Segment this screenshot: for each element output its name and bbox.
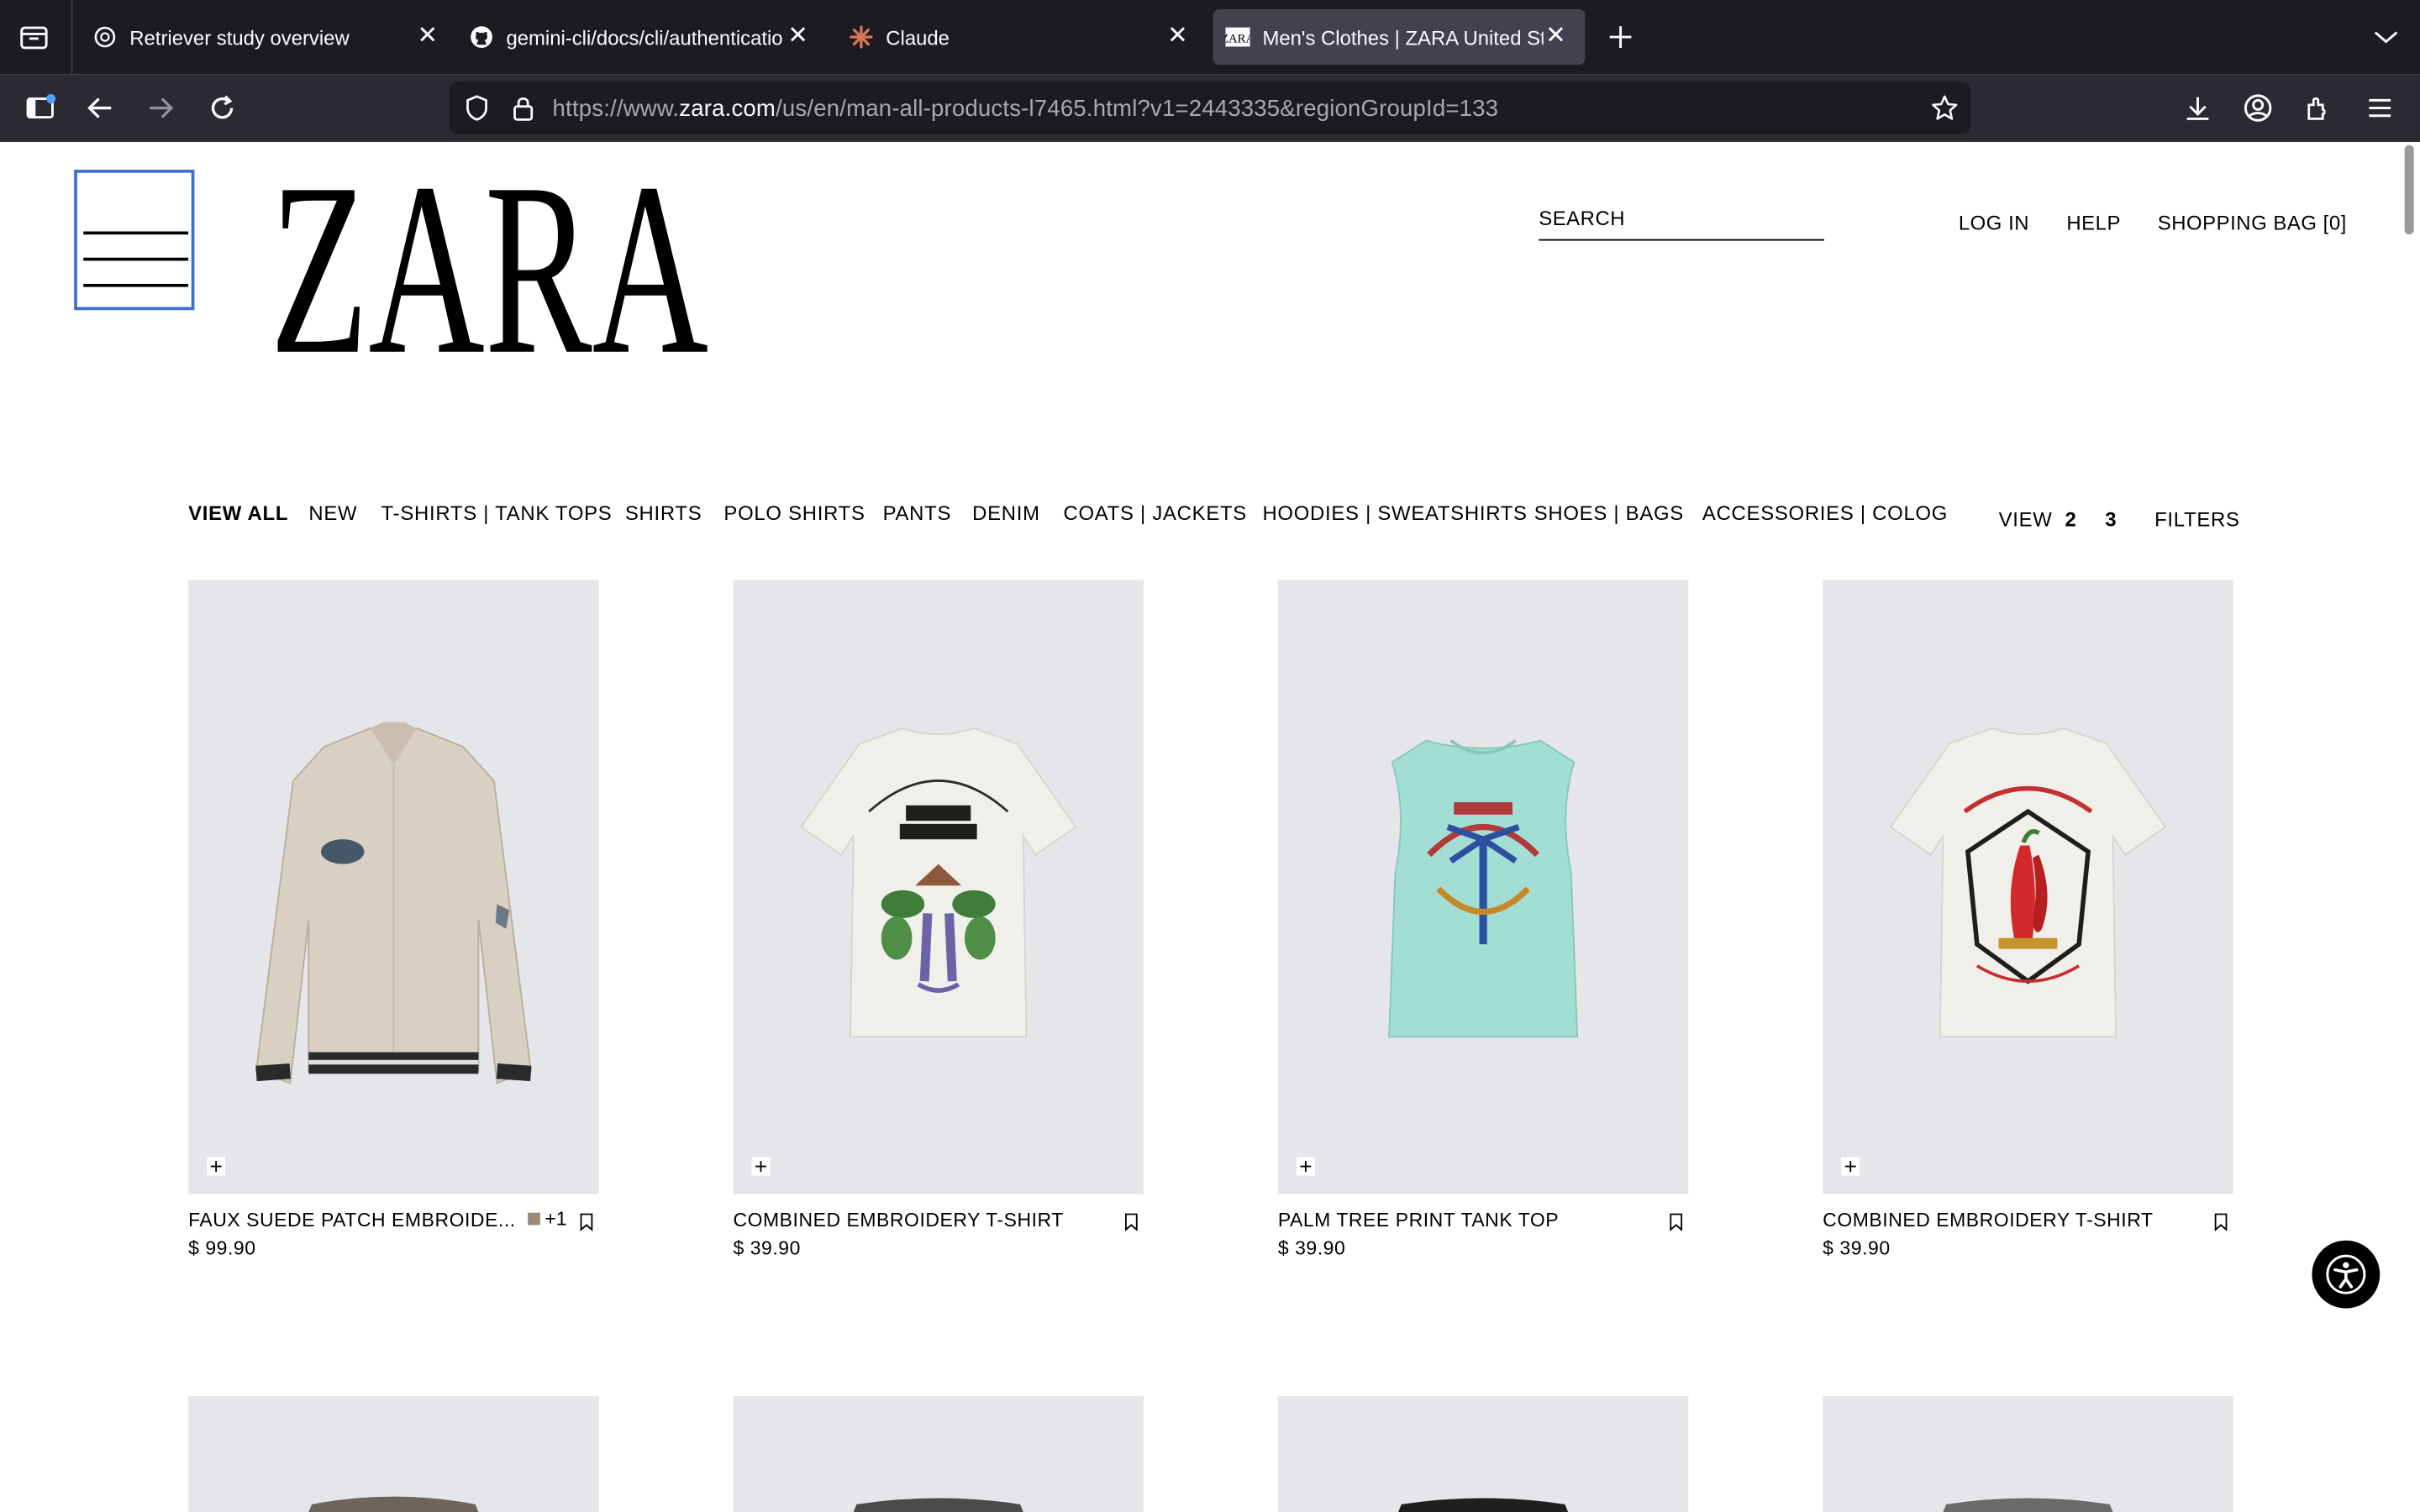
product-image[interactable] (1823, 580, 2233, 1194)
product-price: $ 39.90 (1277, 1237, 1346, 1259)
new-tab-icon[interactable] (1602, 18, 1639, 55)
category-polo-shirts[interactable]: POLO SHIRTS (723, 501, 865, 525)
url-prefix: https://www. (552, 95, 680, 123)
url-text[interactable]: https://www.zara.com/us/en/man-all-produ… (553, 96, 1499, 122)
logo-text: ZARA (270, 173, 708, 358)
page-scrollbar[interactable] (2404, 144, 2414, 235)
openai-icon (92, 24, 117, 49)
search-field[interactable]: SEARCH (1539, 207, 1825, 241)
account-icon[interactable] (2239, 90, 2276, 127)
category-denim[interactable]: DENIM (972, 501, 1040, 525)
close-tab-icon[interactable]: ✕ (784, 24, 812, 51)
category-coats-jackets[interactable]: COATS | JACKETS (1064, 501, 1247, 525)
claude-icon (849, 24, 873, 49)
product-name[interactable]: PALM TREE PRINT TANK TOP (1278, 1210, 1559, 1231)
github-icon (469, 24, 493, 49)
extensions-icon[interactable] (2300, 90, 2337, 127)
url-path: /us/en/man-all-products-l7465.html?v1=24… (776, 95, 1499, 123)
category-tshirts-tank-tops[interactable]: T-SHIRTS | TANK TOPS (381, 501, 613, 525)
product-price: $ 99.90 (188, 1237, 256, 1259)
extra-colors-count[interactable]: +1 (544, 1208, 566, 1230)
color-swatch[interactable] (528, 1212, 540, 1226)
shopping-bag-link[interactable]: SHOPPING BAG [0] (2158, 212, 2347, 235)
product-price: $ 39.90 (733, 1237, 801, 1259)
lock-icon[interactable] (505, 90, 542, 127)
view-option-3[interactable]: 3 (2105, 507, 2117, 531)
app-menu-icon[interactable] (2361, 90, 2398, 127)
url-bar[interactable]: https://www.zara.com/us/en/man-all-produ… (449, 81, 1971, 134)
quick-add-icon[interactable] (751, 1157, 771, 1176)
filters-button[interactable]: FILTERS (2154, 507, 2240, 531)
product-name[interactable]: COMBINED EMBROIDERY T-SHIRT (1823, 1210, 2153, 1231)
tab-overview-icon[interactable] (15, 18, 52, 55)
category-shirts[interactable]: SHIRTS (625, 501, 702, 525)
category-pants[interactable]: PANTS (883, 501, 952, 525)
close-tab-icon[interactable]: ✕ (413, 24, 441, 51)
tab-title: Retriever study overview (129, 25, 350, 49)
view-option-2[interactable]: 2 (2065, 507, 2077, 531)
category-hoodies-sweatshirts[interactable]: HOODIES | SWEATSHIRTS (1262, 501, 1527, 525)
hamburger-menu-button[interactable] (74, 170, 195, 311)
tab-title: gemini-cli/docs/cli/authenticatio (506, 25, 783, 49)
bookmark-icon[interactable] (579, 1213, 594, 1231)
login-link[interactable]: LOG IN (1959, 212, 2029, 235)
downloads-icon[interactable] (2179, 90, 2216, 127)
category-shoes-bags[interactable]: SHOES | BAGS (1534, 501, 1684, 525)
product-image[interactable] (1277, 580, 1689, 1194)
svg-text:ZARA: ZARA (1225, 33, 1249, 46)
bookmark-icon[interactable] (1123, 1213, 1139, 1231)
zara-page: ZARA SEARCH LOG IN HELP SHOPPING BAG [0]… (0, 132, 2420, 1512)
close-tab-icon[interactable]: ✕ (1164, 24, 1192, 51)
tab-title: Claude (886, 25, 950, 49)
menu-line (83, 231, 189, 235)
category-accessories-cologne[interactable]: ACCESSORIES | COLOG (1702, 501, 1948, 525)
zara-logo[interactable]: ZARA (269, 132, 710, 406)
accessibility-icon (2326, 1254, 2366, 1294)
category-new[interactable]: NEW (308, 501, 357, 525)
product-image[interactable] (1277, 1396, 1689, 1512)
bookmark-icon[interactable] (1669, 1213, 1684, 1231)
bookmark-icon[interactable] (2213, 1213, 2228, 1231)
tracking-shield-icon[interactable] (459, 90, 496, 127)
product-name[interactable]: FAUX SUEDE PATCH EMBROIDE... (188, 1210, 516, 1231)
tab-title: Men's Clothes | ZARA United St (1262, 25, 1544, 49)
tab-bar: Retriever study overview ✕ gemini-cli/do… (0, 0, 2420, 75)
tab-gemini[interactable]: gemini-cli/docs/cli/authenticatio ✕ (457, 9, 828, 65)
product-image[interactable] (733, 1396, 1144, 1512)
menu-line (83, 257, 189, 261)
product-name[interactable]: COMBINED EMBROIDERY T-SHIRT (733, 1210, 1063, 1231)
close-tab-icon[interactable]: ✕ (1542, 24, 1570, 51)
quick-add-icon[interactable] (1296, 1157, 1315, 1176)
tab-list-chevron-icon[interactable] (2368, 18, 2405, 55)
menu-line (83, 283, 189, 287)
tab-zara[interactable]: ZARA Men's Clothes | ZARA United St ✕ (1213, 9, 1586, 66)
category-view-all[interactable]: VIEW ALL (188, 501, 288, 525)
zara-favicon: ZARA (1225, 24, 1250, 49)
product-image[interactable] (188, 580, 599, 1194)
reload-icon[interactable] (203, 90, 240, 127)
product-image[interactable] (188, 1396, 599, 1512)
tab-separator (71, 0, 73, 75)
sidebar-icon[interactable] (22, 90, 59, 127)
product-image[interactable] (733, 580, 1144, 1194)
tab-claude[interactable]: Claude ✕ (837, 9, 1207, 65)
accessibility-button[interactable] (2312, 1240, 2381, 1309)
quick-add-icon[interactable] (207, 1157, 226, 1176)
search-label: SEARCH (1539, 207, 1626, 230)
product-image[interactable] (1823, 1396, 2233, 1512)
view-label: VIEW (1998, 507, 2053, 531)
tab-retriever[interactable]: Retriever study overview ✕ (81, 9, 451, 65)
url-host: zara.com (679, 95, 776, 123)
quick-add-icon[interactable] (1841, 1157, 1860, 1176)
bookmark-star-icon[interactable] (1926, 90, 1963, 127)
product-price: $ 39.90 (1823, 1237, 1891, 1259)
forward-icon[interactable] (142, 90, 179, 127)
back-icon[interactable] (82, 90, 118, 127)
help-link[interactable]: HELP (2066, 212, 2121, 235)
